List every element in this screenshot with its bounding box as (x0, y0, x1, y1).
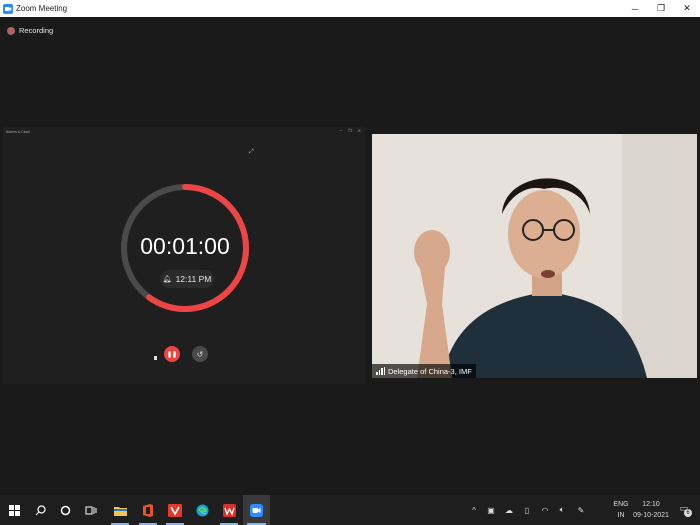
edge-icon (196, 504, 208, 516)
office-icon (143, 503, 153, 517)
cloud-icon: ☁︎ (505, 505, 513, 515)
clock-date: 09-10-2021 (633, 512, 669, 519)
battery-icon: ▯ (524, 505, 530, 515)
shared-screen: Alarms & Clock ─ ❐ ✕ ⤢ 00:01:00 🔔︎ 12:11… (3, 127, 365, 384)
alarm-time-badge: 🔔︎ 12:11 PM (160, 270, 214, 288)
search-icon (35, 504, 46, 515)
participant-video[interactable]: Delegate of China-3, IMF (372, 134, 697, 378)
timer-display: 00:01:00 (140, 233, 230, 259)
wifi-icon: ◠ (541, 505, 549, 515)
window-title: Zoom Meeting (16, 4, 68, 13)
taskbar: ^ ▣ ☁︎ ▯ ◠ 🔈︎ ✎ ENG IN 12:10 09-10-2021 … (0, 495, 700, 525)
zoom-icon (250, 503, 263, 517)
pause-icon: ❚❚ (166, 351, 178, 358)
region-code: IN (617, 512, 625, 519)
taskbar-file-explorer[interactable] (107, 495, 133, 525)
recording-label: Recording (19, 26, 54, 35)
taskbar-wps[interactable] (216, 495, 242, 525)
title-bar: Zoom Meeting ─ ❐ ✕ (0, 0, 700, 17)
reset-button: ↺ (192, 346, 208, 362)
tray-battery[interactable]: ▯ (520, 495, 534, 525)
meet-now-icon: ▣ (487, 505, 495, 515)
close-button[interactable]: ✕ (674, 0, 700, 17)
folder-icon (113, 506, 127, 516)
tray-volume[interactable]: 🔈︎ (555, 495, 569, 525)
signal-strength-icon (376, 367, 385, 375)
taskbar-edge[interactable] (189, 495, 215, 525)
tray-pen[interactable]: ✎ (574, 495, 588, 525)
notification-badge: 6 (684, 509, 692, 517)
tray-wifi[interactable]: ◠ (538, 495, 552, 525)
language-code: ENG (613, 501, 629, 508)
participant-video-feed (372, 134, 697, 378)
mouse-cursor (154, 356, 157, 360)
meeting-area: Recording Alarms & Clock ─ ❐ ✕ ⤢ 00:01:0… (0, 17, 700, 495)
bell-icon: 🔔︎ (162, 276, 172, 283)
windows-icon (8, 504, 20, 516)
pen-icon: ✎ (577, 505, 585, 515)
wps-icon (222, 503, 236, 517)
taskbar-office[interactable] (135, 495, 161, 525)
task-view-button[interactable] (79, 495, 103, 525)
start-button[interactable] (0, 495, 28, 525)
record-icon (7, 26, 15, 35)
zoom-icon (3, 3, 13, 14)
task-view-icon (85, 506, 97, 514)
clock-time: 12:10 (642, 501, 660, 508)
search-button[interactable] (28, 495, 52, 525)
participant-name: Delegate of China-3, IMF (388, 366, 472, 376)
cortana-icon (60, 505, 70, 515)
language-indicator[interactable]: ENG IN (610, 499, 632, 521)
reset-icon: ↺ (196, 349, 204, 359)
restore-button[interactable]: ❐ (648, 0, 674, 17)
tray-onedrive[interactable]: ☁︎ (502, 495, 516, 525)
app-v-icon (168, 503, 182, 517)
minimize-button[interactable]: ─ (622, 0, 648, 17)
taskbar-app-v[interactable] (162, 495, 188, 525)
pause-button: ❚❚ (164, 346, 180, 362)
chevron-up-icon: ^ (472, 505, 476, 515)
speaker-icon: 🔈︎ (559, 505, 565, 514)
system-clock[interactable]: 12:10 09-10-2021 (630, 499, 672, 521)
alarm-time: 12:11 PM (175, 274, 212, 284)
show-hidden-icons[interactable]: ^ (468, 495, 480, 525)
participant-name-tag: Delegate of China-3, IMF (372, 364, 476, 378)
tray-meet-now[interactable]: ▣ (484, 495, 498, 525)
taskbar-zoom[interactable] (243, 495, 270, 525)
cortana-button[interactable] (53, 495, 77, 525)
recording-indicator[interactable]: Recording (7, 26, 53, 35)
